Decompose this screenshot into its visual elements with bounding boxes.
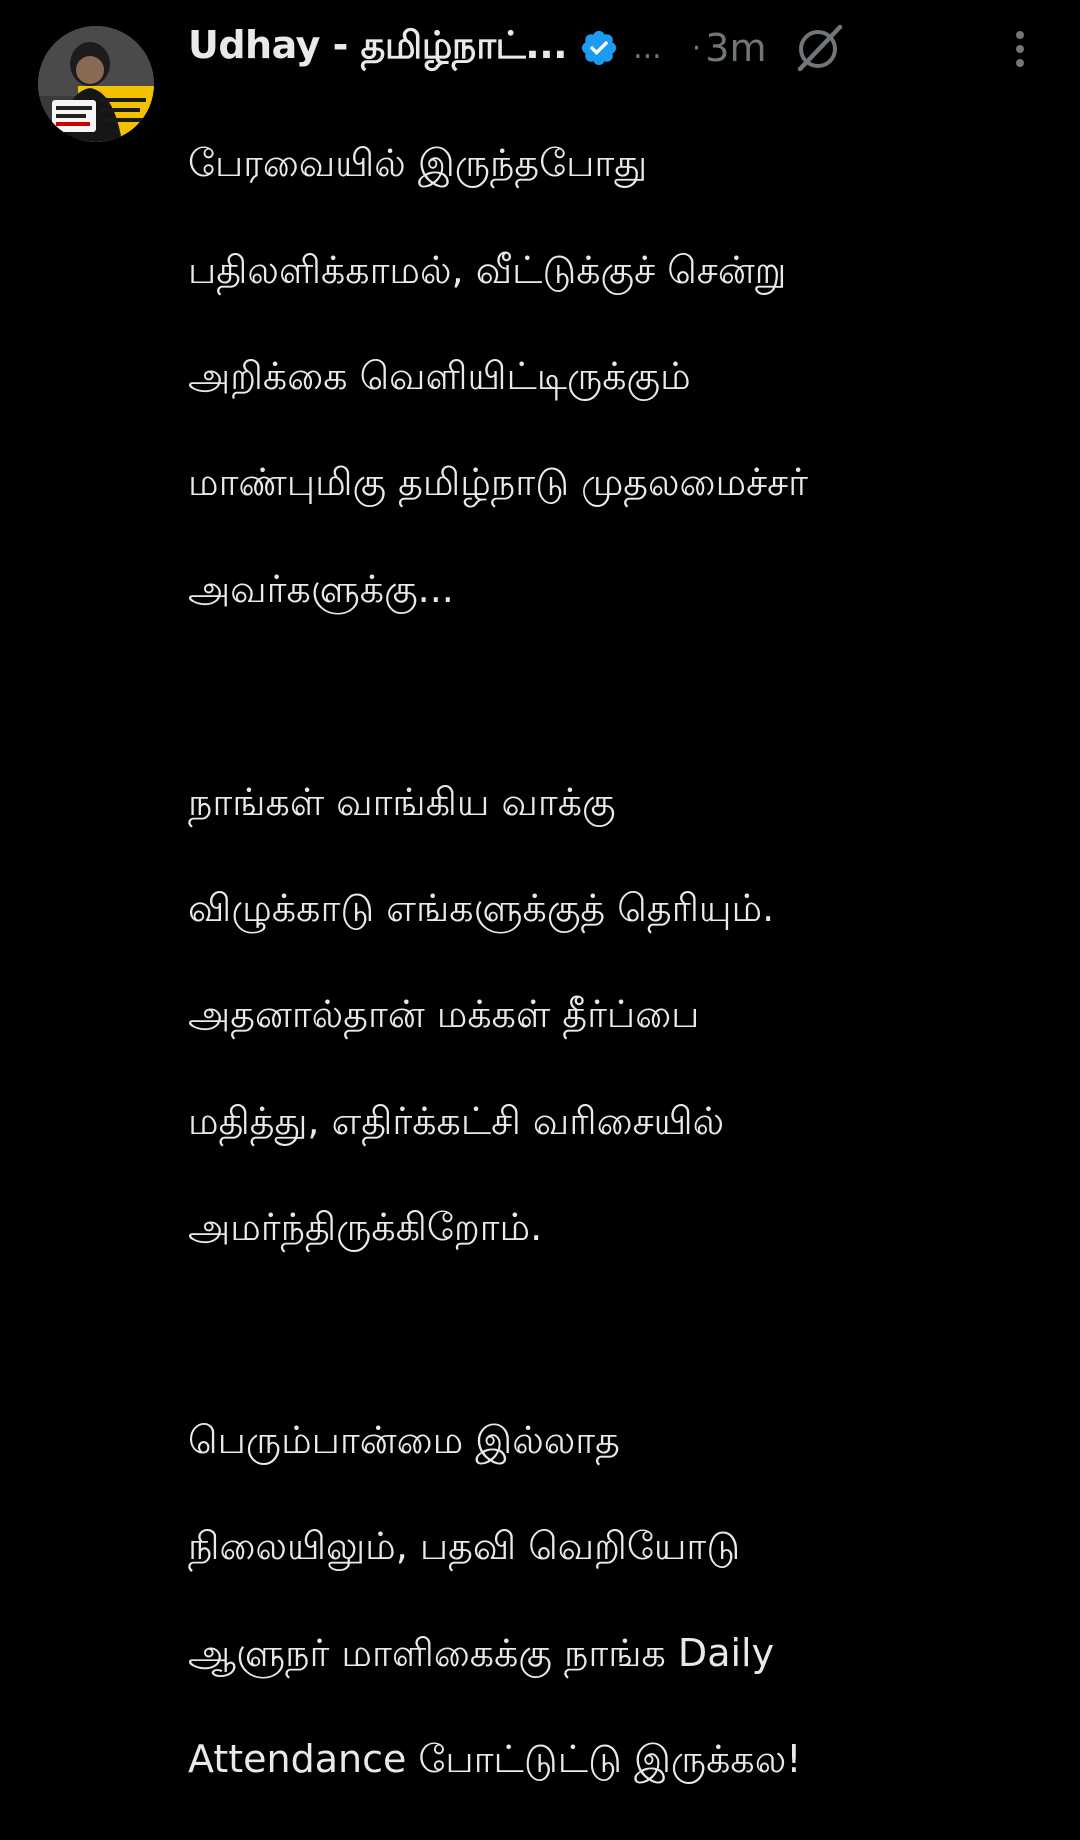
tweet-line: பெரும்பான்மை இல்லாத bbox=[188, 1418, 620, 1463]
author-display-name[interactable]: Udhay - தமிழ்நாட்... bbox=[188, 23, 568, 73]
tweet-line: அமர்ந்திருக்கிறோம். bbox=[188, 1205, 543, 1250]
tweet[interactable]: Udhay - தமிழ்நாட்... ... · 3m பேரவையில் … bbox=[0, 0, 1080, 1781]
avatar[interactable] bbox=[38, 26, 154, 142]
tweet-timestamp[interactable]: 3m bbox=[705, 26, 766, 70]
verified-badge-icon[interactable] bbox=[579, 28, 619, 68]
tweet-paragraph: பெரும்பான்மை இல்லாத நிலையிலும், பதவி வெற… bbox=[188, 1361, 1058, 1840]
more-vertical-icon[interactable] bbox=[1002, 28, 1038, 72]
tweet-line: பேரவையில் இருந்தபோது bbox=[188, 141, 648, 186]
tweet-line: விழுக்காடு எங்களுக்குத் தெரியும். bbox=[188, 886, 775, 931]
tweet-line: Attendance போட்டுட்டு இருக்கல! bbox=[188, 1737, 802, 1782]
tweet-paragraph: பேரவையில் இருந்தபோது பதிலளிக்காமல், வீட்… bbox=[188, 84, 1058, 669]
tweet-line: மாண்புமிகு தமிழ்நாடு முதலமைச்சர் bbox=[188, 460, 809, 505]
tweet-header: Udhay - தமிழ்நாட்... ... · 3m bbox=[188, 20, 1048, 76]
tweet-line: ஆளுநர் மாளிகைக்கு நாங்க Daily bbox=[188, 1630, 775, 1675]
header-separator: · bbox=[691, 30, 702, 66]
author-handle[interactable]: ... bbox=[633, 31, 662, 66]
tweet-line: அவர்களுக்கு... bbox=[188, 566, 454, 611]
tweet-paragraph: நாங்கள் வாங்கிய வாக்கு விழுக்காடு எங்களு… bbox=[188, 722, 1058, 1307]
avatar-image bbox=[38, 26, 154, 142]
tweet-line: அறிக்கை வெளியிட்டிருக்கும் bbox=[188, 354, 691, 399]
tweet-line: பதிலளிக்காமல், வீட்டுக்குச் சென்று bbox=[188, 247, 787, 292]
tweet-line: நிலையிலும், பதவி வெறியோடு bbox=[188, 1524, 741, 1569]
tweet-text: பேரவையில் இருந்தபோது பதிலளிக்காமல், வீட்… bbox=[188, 84, 1058, 1840]
tweet-line: மதித்து, எதிர்க்கட்சி வரிசையில் bbox=[188, 1098, 725, 1143]
grok-icon[interactable] bbox=[792, 21, 846, 75]
tweet-line: நாங்கள் வாங்கிய வாக்கு bbox=[188, 779, 616, 824]
tweet-line: அதனால்தான் மக்கள் தீர்ப்பை bbox=[188, 992, 700, 1037]
